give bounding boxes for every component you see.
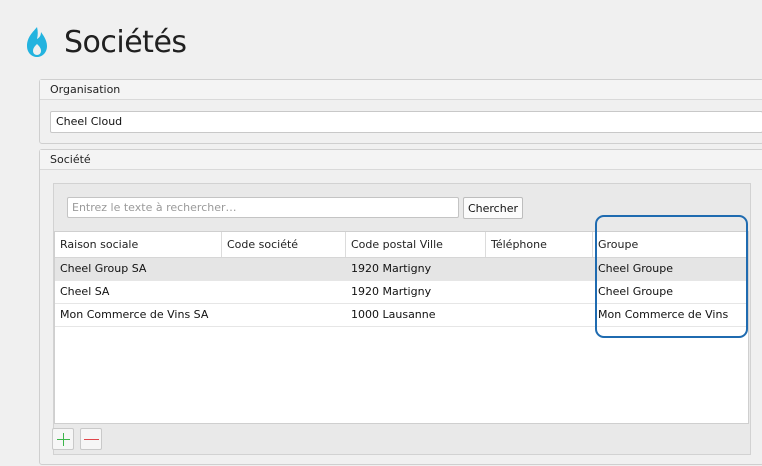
- search-button[interactable]: Chercher: [463, 197, 523, 219]
- cell-groupe: Cheel Groupe: [598, 262, 673, 275]
- cell-code-postal-ville: 1920 Martigny: [351, 285, 432, 298]
- cell-telephone: [486, 281, 593, 303]
- add-button[interactable]: [52, 428, 74, 450]
- cell-code-societe: [222, 258, 346, 280]
- column-header-raison-sociale[interactable]: Raison sociale: [55, 232, 222, 257]
- page-header: Sociétés: [24, 20, 187, 64]
- table-row[interactable]: Cheel Group SA 1920 Martigny Cheel Group…: [55, 258, 748, 281]
- cell-raison-sociale: Cheel Group SA: [60, 262, 147, 275]
- cell-raison-sociale: Mon Commerce de Vins SA: [60, 308, 209, 321]
- column-header-code-societe[interactable]: Code société: [222, 232, 346, 257]
- column-header-telephone[interactable]: Téléphone: [486, 232, 593, 257]
- societe-panel: Chercher Raison sociale Code société Cod…: [53, 183, 751, 455]
- organisation-group: Organisation Cheel Cloud: [39, 79, 762, 144]
- cell-raison-sociale: Cheel SA: [60, 285, 110, 298]
- search-input[interactable]: [67, 197, 459, 218]
- page-title: Sociétés: [64, 24, 187, 60]
- cell-code-postal-ville: 1000 Lausanne: [351, 308, 436, 321]
- organisation-label: Organisation: [40, 80, 762, 100]
- table-header: Raison sociale Code société Code postal …: [55, 232, 748, 258]
- cell-groupe: Mon Commerce de Vins: [598, 308, 729, 321]
- cell-groupe: Cheel Groupe: [598, 285, 673, 298]
- cell-telephone: [486, 304, 593, 326]
- remove-button[interactable]: [80, 428, 102, 450]
- table-row[interactable]: Cheel SA 1920 Martigny Cheel Groupe: [55, 281, 748, 304]
- flame-icon: [27, 27, 47, 57]
- organisation-field[interactable]: Cheel Cloud: [50, 111, 762, 133]
- cell-code-societe: [222, 304, 346, 326]
- column-header-code-postal-ville[interactable]: Code postal Ville: [346, 232, 486, 257]
- column-header-groupe[interactable]: Groupe: [593, 232, 748, 257]
- societe-table: Raison sociale Code société Code postal …: [54, 231, 749, 424]
- cell-code-societe: [222, 281, 346, 303]
- table-row[interactable]: Mon Commerce de Vins SA 1000 Lausanne Mo…: [55, 304, 748, 327]
- cell-telephone: [486, 258, 593, 280]
- societe-label: Société: [40, 150, 762, 170]
- cell-code-postal-ville: 1920 Martigny: [351, 262, 432, 275]
- societe-group: Société Chercher Raison sociale Code soc…: [39, 149, 762, 465]
